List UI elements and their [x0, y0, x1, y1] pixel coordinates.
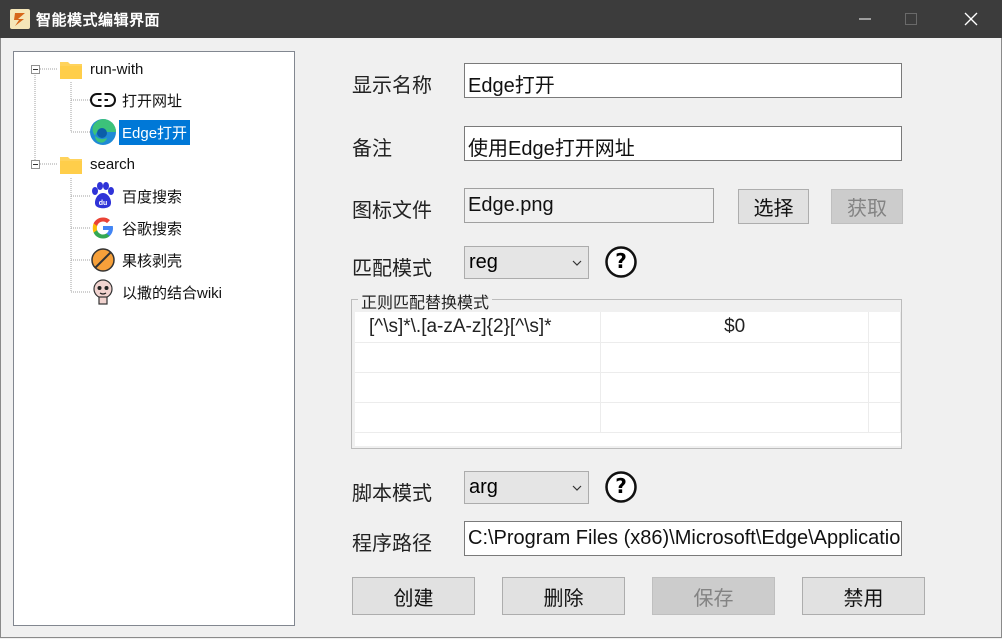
script-mode-select[interactable]: arg [464, 471, 589, 504]
ban-icon [89, 246, 117, 274]
regex-table[interactable]: [^\s]*\.[a-zA-z]{2}[^\s]* $0 [355, 312, 901, 446]
script-mode-help-button[interactable]: ? [605, 471, 637, 503]
app-icon [10, 9, 30, 29]
program-path-field[interactable]: C:\Program Files (x86)\Microsoft\Edge\Ap… [464, 521, 902, 556]
display-name-field[interactable]: Edge打开 [464, 63, 902, 98]
tree-item-baidu[interactable]: du 百度搜索 [89, 182, 185, 210]
delete-button[interactable]: 删除 [502, 577, 625, 615]
table-cell [868, 372, 901, 403]
create-button[interactable]: 创建 [352, 577, 475, 615]
tree-item-label: 百度搜索 [122, 188, 183, 206]
tree-item-google[interactable]: 谷歌搜索 [89, 214, 185, 242]
disable-button[interactable]: 禁用 [802, 577, 925, 615]
tree-group-search[interactable]: search [57, 150, 138, 178]
note-field[interactable]: 使用Edge打开网址 [464, 126, 902, 161]
regex-replace-cell[interactable]: $0 [600, 312, 870, 343]
save-button: 保存 [652, 577, 775, 615]
regex-pattern-cell[interactable] [355, 372, 602, 403]
icon-file-label: 图标文件 [352, 198, 432, 222]
table-row[interactable] [355, 342, 901, 373]
program-path-label: 程序路径 [352, 531, 432, 555]
match-mode-label: 匹配模式 [352, 256, 432, 280]
tree-group-label: run-with [90, 60, 144, 78]
tree-item-isaac-wiki[interactable]: 以撒的结合wiki [89, 278, 225, 306]
mode-tree[interactable]: run-with 打开网址 Edge打开 search du 百度搜索 谷歌搜索 [13, 51, 295, 626]
match-mode-value: reg [469, 251, 498, 273]
chevron-down-icon [572, 485, 582, 491]
table-cell [868, 312, 901, 343]
window-title: 智能模式编辑界面 [36, 11, 161, 29]
link-icon [89, 86, 117, 114]
svg-text:du: du [99, 200, 108, 207]
isaac-icon [89, 278, 117, 306]
folder-icon [57, 150, 85, 178]
regex-replace-cell[interactable] [600, 372, 870, 403]
tree-item-label: 谷歌搜索 [122, 220, 183, 238]
regex-group-title: 正则匹配替换模式 [358, 289, 493, 313]
match-mode-help-button[interactable]: ? [605, 246, 637, 278]
display-name-label: 显示名称 [352, 73, 432, 97]
table-row[interactable] [355, 372, 901, 403]
tree-item-guohe[interactable]: 果核剥壳 [89, 246, 185, 274]
maximize-icon [905, 13, 917, 25]
help-glyph: ? [615, 474, 627, 498]
expander-run-with[interactable] [31, 65, 40, 74]
script-mode-label: 脚本模式 [352, 481, 432, 505]
close-button[interactable] [946, 0, 996, 38]
help-glyph: ? [615, 249, 627, 273]
tree-item-label: 果核剥壳 [122, 252, 183, 270]
regex-replace-cell[interactable] [600, 342, 870, 373]
folder-icon [57, 55, 85, 83]
regex-pattern-cell[interactable]: [^\s]*\.[a-zA-z]{2}[^\s]* [355, 312, 602, 343]
minimize-button[interactable] [840, 0, 890, 38]
tree-item-label: 以撒的结合wiki [122, 284, 222, 302]
minimize-icon [859, 18, 871, 20]
regex-pattern-cell[interactable] [355, 402, 602, 433]
tree-item-label: 打开网址 [122, 92, 183, 110]
table-row[interactable] [355, 402, 901, 433]
tree-item-label: Edge打开 [119, 119, 191, 145]
fetch-button: 获取 [831, 189, 903, 224]
maximize-button [886, 0, 936, 38]
icon-file-field[interactable]: Edge.png [464, 188, 714, 223]
script-mode-value: arg [469, 476, 498, 498]
table-cell [868, 342, 901, 373]
title-bar: 智能模式编辑界面 [0, 0, 1002, 38]
regex-pattern-cell[interactable] [355, 342, 602, 373]
note-label: 备注 [352, 136, 392, 160]
close-icon [964, 12, 978, 26]
table-cell [868, 402, 901, 433]
expander-search[interactable] [31, 160, 40, 169]
chevron-down-icon [572, 260, 582, 266]
choose-button[interactable]: 选择 [738, 189, 809, 224]
baidu-icon: du [89, 182, 117, 210]
tree-item-edge-open[interactable]: Edge打开 [89, 118, 191, 146]
google-icon [89, 214, 117, 242]
tree-item-open-url[interactable]: 打开网址 [89, 86, 185, 114]
regex-replace-cell[interactable] [600, 402, 870, 433]
table-row[interactable]: [^\s]*\.[a-zA-z]{2}[^\s]* $0 [355, 312, 901, 343]
match-mode-select[interactable]: reg [464, 246, 589, 279]
tree-group-label: search [90, 155, 136, 173]
tree-group-run-with[interactable]: run-with [57, 55, 146, 83]
edge-icon [89, 118, 117, 146]
